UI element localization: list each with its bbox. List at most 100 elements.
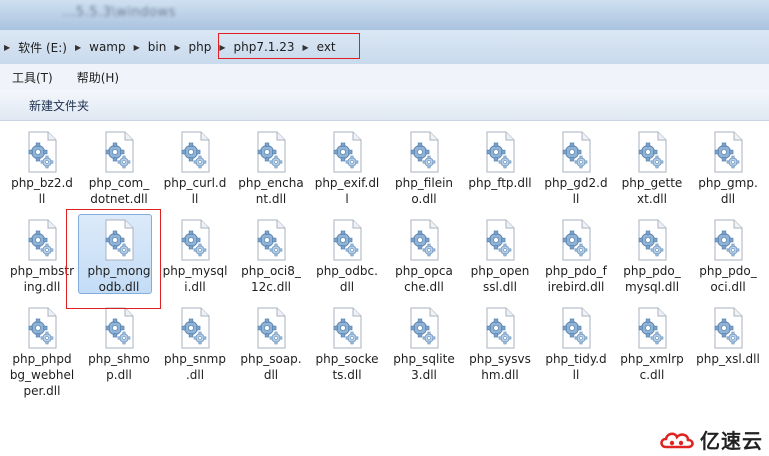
dll-file-gear-icon [407, 307, 441, 349]
file-name-line: o.dll [411, 192, 437, 206]
file-name: php_sysvs hm.dll [462, 351, 538, 383]
dll-file-gear-icon [102, 131, 136, 173]
file-name: php_gette xt.dll [614, 175, 690, 207]
file-name: php_oci8_ 12c.dll [233, 263, 309, 295]
menu-tools[interactable]: 工具(T) [0, 69, 65, 86]
file-name-line: 3.dll [411, 368, 437, 382]
file-name-line: php_tidy.d [545, 352, 607, 366]
window-title: ...5.5.3\windows [62, 5, 176, 20]
file-name-line: php_phpd [12, 352, 72, 366]
chevron-right-icon[interactable]: ▶ [170, 43, 184, 52]
file-item[interactable]: php_sysvs hm.dll [462, 307, 538, 383]
command-bar: 新建文件夹 [0, 90, 769, 121]
file-item[interactable]: php_socke ts.dll [309, 307, 385, 383]
file-item[interactable]: php_exif.dl l [309, 131, 385, 207]
menu-help[interactable]: 帮助(H) [65, 69, 131, 86]
chevron-right-icon[interactable]: ▶ [71, 43, 85, 52]
file-item[interactable]: php_snmp .dll [157, 307, 233, 383]
file-name-line: php_snmp [163, 352, 226, 366]
file-item[interactable]: php_bz2.d ll [4, 131, 80, 207]
file-item[interactable]: php_open ssl.dll [462, 219, 538, 295]
file-name-line: php_odbc. [316, 264, 378, 278]
file-item[interactable]: php_filein o.dll [386, 131, 462, 207]
file-name-line: php_pdo_f [545, 264, 607, 278]
new-folder-button[interactable]: 新建文件夹 [29, 97, 89, 114]
file-item[interactable]: php_soap. dll [233, 307, 309, 383]
file-name-line: dotnet.dll [90, 192, 148, 206]
chevron-right-icon[interactable]: ▶ [0, 43, 14, 52]
file-item[interactable]: php_gmp. dll [690, 131, 766, 207]
file-item[interactable]: php_mysql i.dll [157, 219, 233, 295]
file-name: php_xsl.dll [690, 351, 766, 367]
file-name: php_filein o.dll [386, 175, 462, 207]
file-name-line: dll [720, 192, 736, 206]
file-item[interactable]: php_curl.d ll [157, 131, 233, 207]
chevron-right-icon[interactable]: ▶ [130, 43, 144, 52]
file-item[interactable]: php_phpd bg_webhel per.dll [4, 307, 80, 399]
breadcrumb-bin[interactable]: bin [144, 40, 171, 54]
annotation-box-path [218, 33, 360, 59]
file-name: php_pdo_ mysql.dll [614, 263, 690, 295]
file-name-line: xt.dll [637, 192, 667, 206]
file-item[interactable]: php_encha nt.dll [233, 131, 309, 207]
file-name-line: php_xsl.dll [696, 352, 760, 366]
file-name-line: 12c.dll [251, 280, 291, 294]
file-name-line: irebird.dll [547, 280, 605, 294]
file-name-line: php_sqlite [393, 352, 455, 366]
file-name: php_curl.d ll [157, 175, 233, 207]
file-name-line: php_ftp.dll [468, 176, 532, 190]
file-name-line: hm.dll [481, 368, 519, 382]
file-name: php_phpd bg_webhel per.dll [4, 351, 80, 399]
file-item[interactable]: php_pdo_ oci.dll [690, 219, 766, 295]
file-name: php_pdo_f irebird.dll [538, 263, 614, 295]
breadcrumb-php[interactable]: php [184, 40, 215, 54]
file-name-line: php_sysvs [469, 352, 531, 366]
address-bar[interactable]: ▶ 软件 (E:) ▶ wamp ▶ bin ▶ php ▶ php7.1.23… [0, 30, 769, 64]
dll-file-gear-icon [635, 131, 669, 173]
file-name: php_encha nt.dll [233, 175, 309, 207]
dll-file-gear-icon [483, 307, 517, 349]
file-item[interactable]: php_shmo p.dll [81, 307, 157, 383]
dll-file-gear-icon [407, 219, 441, 261]
file-item[interactable]: php_pdo_f irebird.dll [538, 219, 614, 295]
file-name: php_socke ts.dll [309, 351, 385, 383]
file-name-line: ts.dll [332, 368, 362, 382]
dll-file-gear-icon [178, 131, 212, 173]
file-item[interactable]: php_pdo_ mysql.dll [614, 219, 690, 295]
file-name-line: php_oci8_ [241, 264, 301, 278]
file-item[interactable]: php_oci8_ 12c.dll [233, 219, 309, 295]
file-name-line: .dll [185, 368, 205, 382]
file-name-line: che.dll [404, 280, 444, 294]
file-item[interactable]: php_xmlrp c.dll [614, 307, 690, 383]
file-item[interactable]: php_odbc.dll [309, 219, 385, 295]
file-name-line: php_soap. [240, 352, 302, 366]
file-name: php_com_ dotnet.dll [81, 175, 157, 207]
dll-file-gear-icon [407, 131, 441, 173]
file-name-line: php_socke [315, 352, 379, 366]
file-name-line: ssl.dll [483, 280, 517, 294]
breadcrumb-wamp[interactable]: wamp [85, 40, 129, 54]
file-item[interactable]: php_sqlite 3.dll [386, 307, 462, 383]
breadcrumb-drive[interactable]: 软件 (E:) [14, 39, 71, 56]
file-item[interactable]: php_xsl.dll [690, 307, 766, 367]
file-item[interactable]: php_opca che.dll [386, 219, 462, 295]
file-list: php_bz2.d ll php_com_ dotnet.dll php_curl.d l… [0, 121, 769, 456]
file-name-line: php_shmo [88, 352, 150, 366]
dll-file-gear-icon [25, 131, 59, 173]
file-item[interactable]: php_gette xt.dll [614, 131, 690, 207]
file-name-line: dll [339, 280, 355, 294]
file-item[interactable]: php_ftp.dll [462, 131, 538, 191]
file-name-line: php_pdo_ [623, 264, 681, 278]
file-name: php_gd2.d ll [538, 175, 614, 207]
dll-file-gear-icon [711, 307, 745, 349]
file-item[interactable]: php_com_ dotnet.dll [81, 131, 157, 207]
file-name-line: mysql.dll [624, 280, 680, 294]
file-name-line: bg_webhel [9, 368, 75, 382]
file-item[interactable]: php_gd2.d ll [538, 131, 614, 207]
file-name-line: c.dll [639, 368, 665, 382]
breadcrumb: ▶ 软件 (E:) ▶ wamp ▶ bin ▶ php ▶ php7.1.23… [0, 35, 769, 59]
dll-file-gear-icon [635, 219, 669, 261]
dll-file-gear-icon [254, 219, 288, 261]
file-item[interactable]: php_tidy.d ll [538, 307, 614, 383]
file-name: php_ftp.dll [462, 175, 538, 191]
